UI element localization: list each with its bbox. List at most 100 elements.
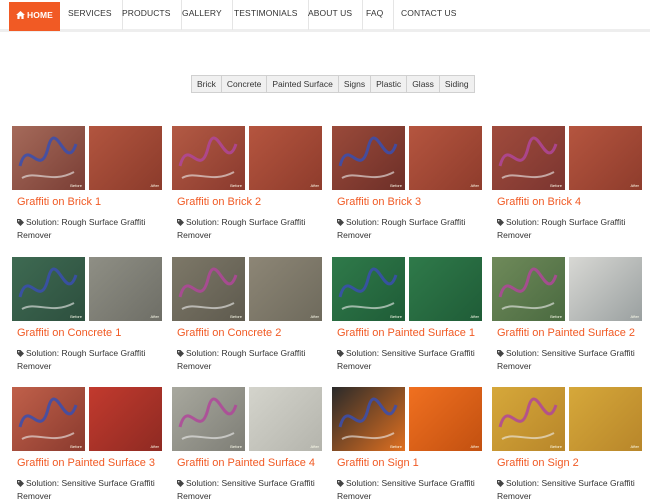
before-photo[interactable]: Before	[492, 257, 565, 321]
before-photo[interactable]: Before	[172, 126, 245, 190]
before-label: Before	[550, 183, 562, 188]
before-after-photos[interactable]: Before After	[492, 126, 642, 190]
after-photo[interactable]: After	[249, 257, 322, 321]
before-photo[interactable]: Before	[12, 126, 85, 190]
before-photo[interactable]: Before	[12, 257, 85, 321]
tag-icon	[337, 350, 344, 357]
before-label: Before	[230, 183, 242, 188]
nav-about-us[interactable]: ABOUT US	[298, 0, 364, 30]
before-after-photos[interactable]: Before After	[12, 387, 162, 451]
after-photo[interactable]: After	[89, 126, 162, 190]
after-photo[interactable]: After	[89, 387, 162, 451]
graffiti-illustration	[498, 397, 558, 440]
card-title[interactable]: Graffiti on Sign 1	[337, 457, 419, 469]
nav-faq[interactable]: FAQ	[356, 0, 395, 30]
before-photo[interactable]: Before	[332, 257, 405, 321]
card-title[interactable]: Graffiti on Brick 1	[17, 196, 101, 208]
card-solution: Solution: Rough Surface Graffiti Remover	[17, 347, 157, 372]
before-after-photos[interactable]: Before After	[332, 257, 482, 321]
gallery-card[interactable]: Before After Graffiti on Brick 1 Solution: …	[12, 126, 162, 246]
before-after-photos[interactable]: Before After	[492, 257, 642, 321]
card-solution: Solution: Rough Surface Graffiti Remover	[177, 216, 317, 241]
gallery-card[interactable]: Before After Graffiti on Concrete 1 Solutio…	[12, 257, 162, 377]
before-label: Before	[390, 183, 402, 188]
card-title[interactable]: Graffiti on Painted Surface 3	[17, 457, 155, 469]
gallery-card[interactable]: Before After Graffiti on Painted Surface 3…	[12, 387, 162, 500]
card-solution-text: Solution: Sensitive Surface Graffiti Rem…	[337, 478, 475, 500]
card-title[interactable]: Graffiti on Brick 3	[337, 196, 421, 208]
before-label: Before	[550, 444, 562, 449]
before-after-photos[interactable]: Before After	[12, 126, 162, 190]
gallery-card[interactable]: Before After Graffiti on Brick 3 Solution: …	[332, 126, 482, 246]
filter-brick[interactable]: Brick	[192, 76, 222, 92]
before-label: Before	[230, 444, 242, 449]
before-after-photos[interactable]: Before After	[172, 257, 322, 321]
after-photo[interactable]: After	[569, 387, 642, 451]
tag-icon	[337, 480, 344, 487]
filter-signs[interactable]: Signs	[338, 76, 372, 92]
before-after-photos[interactable]: Before After	[12, 257, 162, 321]
gallery-card[interactable]: Before After Graffiti on Painted Surface 1…	[332, 257, 482, 377]
tag-icon	[337, 219, 344, 226]
before-photo[interactable]: Before	[12, 387, 85, 451]
card-title[interactable]: Graffiti on Sign 2	[497, 457, 579, 469]
before-after-photos[interactable]: Before After	[172, 387, 322, 451]
graffiti-illustration	[498, 267, 558, 310]
gallery-card[interactable]: Before After Graffiti on Concrete 2 Solutio…	[172, 257, 322, 377]
before-after-photos[interactable]: Before After	[332, 126, 482, 190]
filter-siding[interactable]: Siding	[439, 76, 474, 92]
after-photo[interactable]: After	[249, 387, 322, 451]
card-title[interactable]: Graffiti on Painted Surface 4	[177, 457, 315, 469]
card-title[interactable]: Graffiti on Concrete 2	[177, 327, 281, 339]
after-label: After	[310, 314, 319, 319]
before-after-photos[interactable]: Before After	[332, 387, 482, 451]
after-photo[interactable]: After	[249, 126, 322, 190]
graffiti-illustration	[338, 267, 398, 310]
gallery-card[interactable]: Before After Graffiti on Brick 2 Solution: …	[172, 126, 322, 246]
after-photo[interactable]: After	[409, 387, 482, 451]
filter-plastic[interactable]: Plastic	[371, 76, 408, 92]
after-label: After	[630, 444, 639, 449]
tag-icon	[17, 480, 24, 487]
before-after-photos[interactable]: Before After	[172, 126, 322, 190]
gallery-card[interactable]: Before After Graffiti on Painted Surface 4…	[172, 387, 322, 500]
after-photo[interactable]: After	[569, 257, 642, 321]
before-photo[interactable]: Before	[492, 126, 565, 190]
tag-icon	[17, 350, 24, 357]
before-photo[interactable]: Before	[332, 126, 405, 190]
card-title[interactable]: Graffiti on Brick 4	[497, 196, 581, 208]
filter-glass[interactable]: Glass	[407, 76, 440, 92]
nav-home[interactable]: HOME	[9, 2, 60, 31]
tag-icon	[177, 480, 184, 487]
nav-testimonials[interactable]: TESTIMONIALS	[224, 0, 309, 30]
after-photo[interactable]: After	[409, 257, 482, 321]
card-title[interactable]: Graffiti on Painted Surface 1	[337, 327, 475, 339]
after-photo[interactable]: After	[409, 126, 482, 190]
before-photo[interactable]: Before	[172, 387, 245, 451]
gallery-card[interactable]: Before After Graffiti on Brick 4 Solution: …	[492, 126, 642, 246]
card-solution-text: Solution: Rough Surface Graffiti Remover	[337, 217, 466, 240]
before-after-photos[interactable]: Before After	[492, 387, 642, 451]
before-photo[interactable]: Before	[172, 257, 245, 321]
after-photo[interactable]: After	[89, 257, 162, 321]
nav-contact-us[interactable]: CONTACT US	[391, 0, 466, 30]
filter-painted-surface[interactable]: Painted Surface	[267, 76, 339, 92]
after-photo[interactable]: After	[569, 126, 642, 190]
before-photo[interactable]: Before	[332, 387, 405, 451]
graffiti-illustration	[18, 397, 78, 440]
tag-icon	[177, 350, 184, 357]
card-solution-text: Solution: Sensitive Surface Graffiti Rem…	[177, 478, 315, 500]
card-title[interactable]: Graffiti on Brick 2	[177, 196, 261, 208]
gallery-card[interactable]: Before After Graffiti on Sign 2 Solution: S…	[492, 387, 642, 500]
card-title[interactable]: Graffiti on Concrete 1	[17, 327, 121, 339]
card-title[interactable]: Graffiti on Painted Surface 2	[497, 327, 635, 339]
after-label: After	[470, 314, 479, 319]
before-photo[interactable]: Before	[492, 387, 565, 451]
gallery-card[interactable]: Before After Graffiti on Sign 1 Solution: S…	[332, 387, 482, 500]
card-solution-text: Solution: Sensitive Surface Graffiti Rem…	[337, 348, 475, 371]
before-label: Before	[390, 314, 402, 319]
card-solution: Solution: Sensitive Surface Graffiti Rem…	[497, 477, 637, 500]
before-label: Before	[550, 314, 562, 319]
filter-concrete[interactable]: Concrete	[221, 76, 268, 92]
gallery-card[interactable]: Before After Graffiti on Painted Surface 2…	[492, 257, 642, 377]
